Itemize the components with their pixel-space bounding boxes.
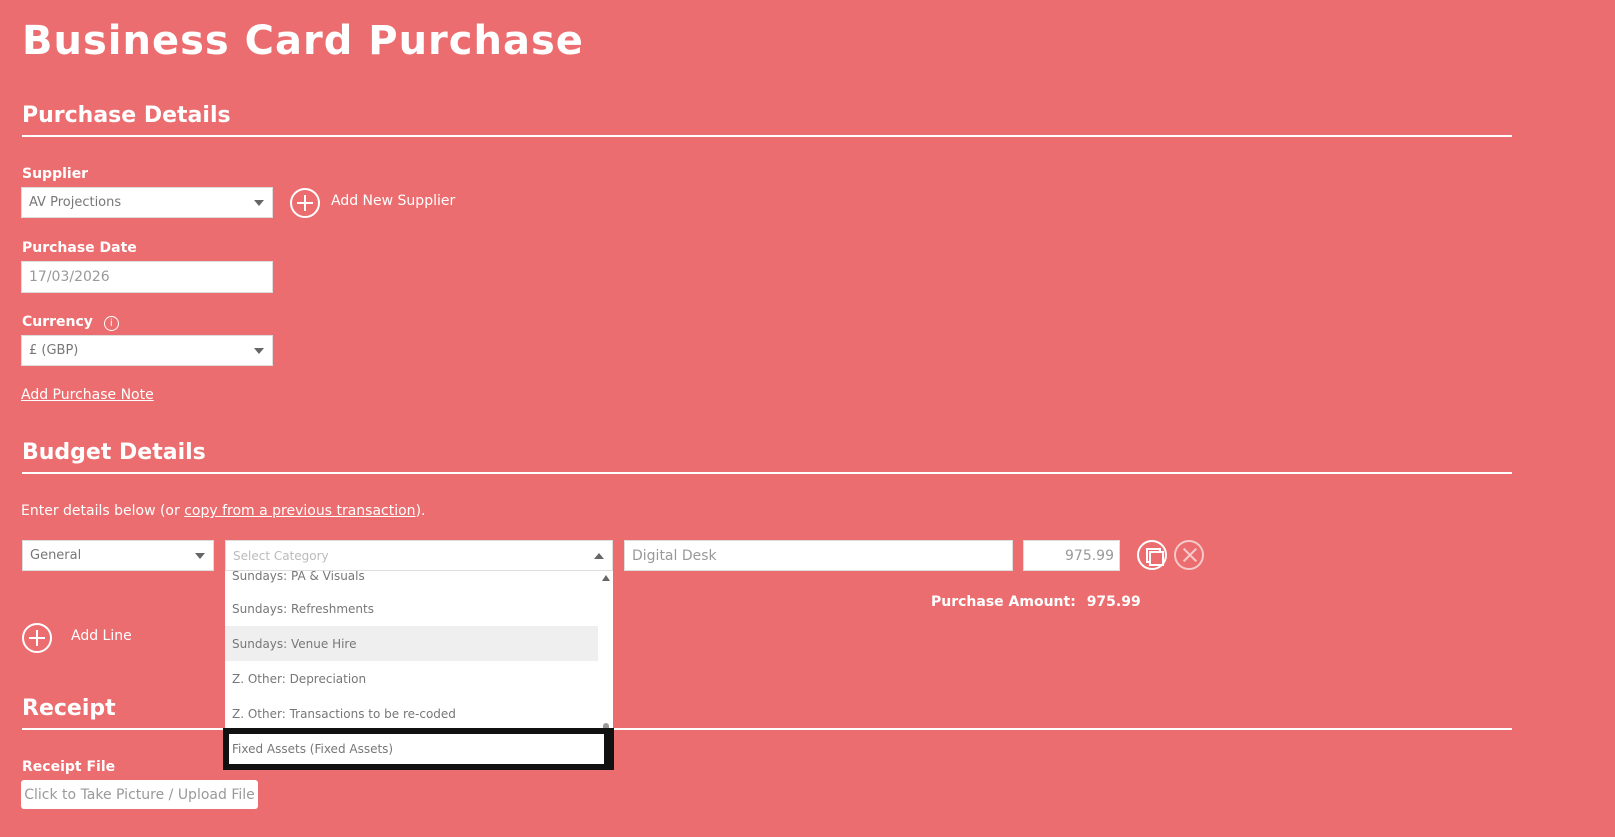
purchase-amount-label: Purchase Amount: — [931, 594, 1076, 610]
currency-select[interactable]: £ (GBP) — [21, 335, 273, 366]
duplicate-line-icon[interactable] — [1137, 540, 1167, 570]
close-icon[interactable] — [1174, 540, 1204, 570]
add-new-supplier-link[interactable]: Add New Supplier — [331, 193, 455, 209]
page-title: Business Card Purchase — [22, 18, 584, 64]
section-divider — [22, 135, 1512, 137]
scroll-up-icon[interactable] — [602, 575, 610, 581]
copy-previous-transaction-link[interactable]: copy from a previous transaction — [184, 503, 415, 519]
receipt-heading: Receipt — [22, 696, 116, 721]
chevron-down-icon — [195, 552, 205, 559]
plus-circle-icon[interactable] — [290, 188, 320, 218]
chevron-down-icon — [254, 199, 264, 206]
upload-receipt-button[interactable]: Click to Take Picture / Upload File — [21, 780, 258, 809]
amount-value: 975.99 — [1065, 547, 1114, 564]
purchase-date-input[interactable]: 17/03/2026 — [21, 261, 273, 293]
add-line-link[interactable]: Add Line — [71, 628, 132, 644]
intro-prefix: Enter details below (or — [21, 503, 185, 519]
plus-circle-icon[interactable] — [22, 623, 52, 653]
budget-intro-text: Enter details below (or copy from a prev… — [21, 503, 425, 519]
currency-value: £ (GBP) — [29, 343, 79, 358]
purchase-date-label: Purchase Date — [22, 240, 137, 256]
budget-details-heading: Budget Details — [22, 440, 206, 465]
currency-label-text: Currency — [22, 314, 93, 330]
supplier-select[interactable]: AV Projections — [21, 187, 273, 218]
purchase-details-heading: Purchase Details — [22, 103, 231, 128]
section-divider — [22, 472, 1512, 474]
list-item[interactable]: Z. Other: Transactions to be re-coded — [225, 696, 598, 731]
amount-input[interactable]: 975.99 — [1023, 540, 1120, 571]
chevron-up-icon — [594, 552, 604, 559]
fund-value: General — [30, 548, 82, 563]
list-item[interactable]: Z. Other: Depreciation — [225, 661, 598, 696]
supplier-label: Supplier — [22, 166, 89, 182]
highlighted-option-frame: Fixed Assets (Fixed Assets) — [223, 728, 614, 770]
list-item[interactable]: Sundays: Refreshments — [225, 591, 598, 626]
purchase-amount-summary: Purchase Amount: 975.99 — [931, 594, 1141, 610]
intro-suffix: ). — [415, 503, 426, 519]
purchase-date-value: 17/03/2026 — [29, 269, 110, 285]
info-icon[interactable]: i — [103, 316, 119, 331]
purchase-amount-value: 975.99 — [1086, 594, 1141, 610]
list-item[interactable]: Sundays: Venue Hire — [225, 626, 598, 661]
receipt-file-label: Receipt File — [22, 759, 116, 775]
fund-select[interactable]: General — [22, 540, 214, 571]
category-select[interactable]: Select Category — [225, 540, 613, 571]
description-input[interactable]: Digital Desk — [624, 540, 1013, 571]
add-purchase-note-link[interactable]: Add Purchase Note — [21, 387, 154, 403]
description-value: Digital Desk — [632, 547, 717, 564]
supplier-value: AV Projections — [29, 195, 122, 210]
currency-label: Currency i — [22, 314, 119, 331]
chevron-down-icon — [254, 347, 264, 354]
list-item-selected[interactable]: Fixed Assets (Fixed Assets) — [229, 734, 604, 764]
category-placeholder: Select Category — [233, 548, 329, 563]
list-item[interactable]: Sundays: PA & Visuals — [225, 571, 598, 593]
